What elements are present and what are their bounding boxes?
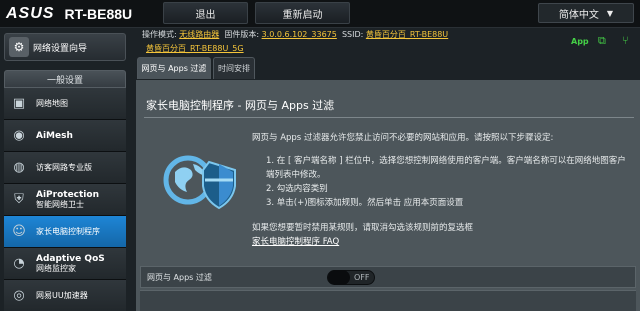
chevron-down-icon: ▼ [606, 8, 614, 18]
filter-setting-label: 网页与 Apps 过滤 [147, 272, 212, 282]
page-title: 家长电脑控制程序 - 网页与 Apps 过滤 [146, 97, 334, 113]
uu-accelerator-icon: ◎ [13, 288, 25, 303]
qos-icon: ◔ [13, 256, 25, 271]
mode-label: 操作模式: [142, 30, 177, 39]
quick-setup-button[interactable]: ⚙ 网络设置向导 [4, 33, 126, 61]
sidebar-item-label: AiMesh [36, 130, 73, 141]
filter-setting-row: 网页与 Apps 过滤 OFF [140, 266, 636, 288]
quick-setup-label: 网络设置向导 [33, 43, 88, 54]
sidebar-item-label: 访客网路专业版 [36, 163, 92, 172]
firmware-label: 固件版本: [224, 30, 260, 39]
logout-button[interactable]: 退出 [163, 2, 248, 24]
sidebar-item-guest-network[interactable]: ◍ 访客网路专业版 [4, 152, 126, 184]
page-title-prefix: 家长电脑控制程序 - [146, 99, 245, 112]
app-link[interactable]: App [571, 37, 589, 46]
wizard-icon: ⚙ [9, 37, 29, 57]
sidebar-item-label: 网易UU加速器 [36, 291, 88, 300]
top-bar: ASUS RT-BE88U 退出 重新启动 简体中文 ▼ [0, 0, 640, 28]
sidebar-item-label: Adaptive QoS [36, 253, 105, 264]
ssid-value-link[interactable]: 黄昏百分百_RT-BE88U [366, 30, 448, 39]
aimesh-icon: ◉ [13, 128, 25, 143]
logo: ASUS RT-BE88U [6, 4, 132, 24]
ssid-5g-link[interactable]: 黄昏百分百_RT-BE88U_5G [146, 43, 244, 54]
next-row [140, 290, 636, 311]
main-panel: 家长电脑控制程序 - 网页与 Apps 过滤 网页与 Apps 过滤器允许您禁止… [136, 80, 640, 311]
language-select[interactable]: 简体中文 ▼ [538, 3, 634, 23]
ssid-label: SSID: [341, 30, 364, 39]
tab-web-apps-filter[interactable]: 网页与 Apps 过滤 [137, 57, 211, 79]
globe-shield-icon [163, 155, 236, 210]
tab-time-scheduling[interactable]: 时间安排 [213, 57, 255, 79]
sidebar-menu: ▣ 网络地图 ◉ AiMesh ◍ 访客网路专业版 ⛨ AiProtection… [4, 88, 126, 311]
sidebar-item-label: 网络地图 [36, 99, 68, 108]
language-value: 简体中文 [558, 9, 599, 21]
firmware-value-link[interactable]: 3.0.0.6.102_33675 [262, 30, 337, 39]
guest-network-icon: ◍ [13, 160, 25, 175]
step-2: 2. 勾选内容类别 [266, 184, 328, 194]
sidebar-item-sublabel: 智能网络卫士 [36, 199, 84, 209]
sidebar-item-label: AiProtection [36, 189, 99, 200]
step-3: 3. 单击(+)图标添加规则。然后单击 应用本页面设置 [266, 198, 464, 208]
step-1: 1. 在 [ 客户端名称 ] 栏位中，选择您想控制网络使用的客户端。客户端名称可… [266, 156, 626, 180]
toggle-knob [328, 270, 350, 285]
sidebar-item-uu-accelerator[interactable]: ◎ 网易UU加速器 [4, 280, 126, 311]
general-section-header: 一般设置 [4, 70, 126, 88]
faq-link[interactable]: 家长电脑控制程序 FAQ [252, 235, 339, 247]
reboot-button[interactable]: 重新启动 [255, 2, 350, 24]
page-title-suffix: 网页与 Apps 过滤 [244, 99, 335, 112]
note-text: 如果您想要暂时禁用某规则，请取消勾选该规则前的复选框 [252, 223, 474, 233]
sidebar-item-aimesh[interactable]: ◉ AiMesh [4, 120, 126, 152]
filter-toggle[interactable]: OFF [327, 270, 375, 285]
parental-control-icon: ☺ [12, 224, 26, 239]
sidebar-item-network-map[interactable]: ▣ 网络地图 [4, 88, 126, 120]
sidebar-item-parental-control[interactable]: ☺ 家长电脑控制程序 [4, 216, 126, 248]
sidebar-item-adaptive-qos[interactable]: ◔ Adaptive QoS 网络监控家 [4, 248, 126, 280]
steps-list: 1. 在 [ 客户端名称 ] 栏位中，选择您想控制网络使用的客户端。客户端名称可… [266, 154, 634, 210]
status-line: 操作模式: 无线路由器 固件版本: 3.0.0.6.102_33675 SSID… [142, 29, 448, 40]
network-status-icon[interactable]: ⧉ [598, 35, 610, 47]
usb-icon[interactable]: ⑂ [622, 35, 634, 47]
sidebar-item-aiprotection[interactable]: ⛨ AiProtection 智能网络卫士 [4, 184, 126, 216]
aiprotection-icon: ⛨ [14, 192, 24, 207]
model-name: RT-BE88U [64, 6, 133, 22]
mode-value-link[interactable]: 无线路由器 [179, 30, 219, 39]
sidebar-item-label: 家长电脑控制程序 [36, 227, 100, 236]
divider [144, 117, 634, 118]
sidebar-item-sublabel: 网络监控家 [36, 263, 76, 273]
network-map-icon: ▣ [12, 96, 26, 111]
toggle-state: OFF [354, 273, 370, 282]
intro-text: 网页与 Apps 过滤器允许您禁止访问不必要的网站和应用。请按照以下步骤设定: [252, 133, 554, 143]
brand-logo: ASUS [6, 5, 55, 22]
